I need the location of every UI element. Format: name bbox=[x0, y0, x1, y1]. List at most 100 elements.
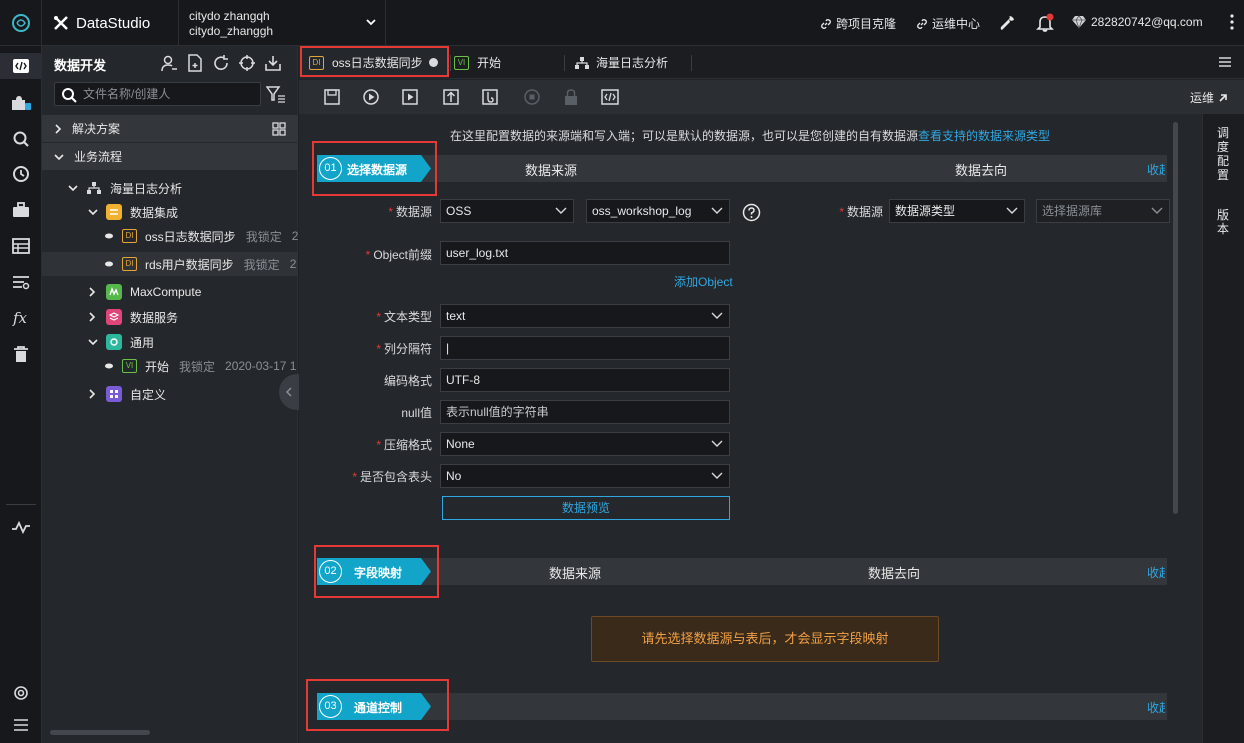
tree-node-oss-sync[interactable]: DI oss日志数据同步 我锁定 2 bbox=[104, 224, 298, 248]
datasource-name-select[interactable]: oss_workshop_log bbox=[586, 199, 730, 223]
chevron-down-icon bbox=[711, 312, 723, 319]
target-db-select[interactable]: 选择据源库 bbox=[1036, 199, 1170, 223]
panel-title: 数据开发 bbox=[54, 58, 107, 73]
target-datasource-label: * 数据源 bbox=[839, 205, 883, 219]
refresh-icon[interactable] bbox=[212, 54, 230, 72]
file-tree-panel: 数据开发 文件名称/创建人 解决方案 业务流程 海量日志分析 数据集成 DI o… bbox=[42, 46, 298, 743]
target-type-select[interactable]: 数据源类型 bbox=[889, 199, 1025, 223]
version-tab[interactable]: 版本 bbox=[1215, 208, 1231, 236]
field-mapping-warning: 请先选择数据源与表后，才会显示字段映射 bbox=[591, 616, 939, 662]
delimiter-input[interactable]: | bbox=[440, 336, 730, 360]
help-icon[interactable] bbox=[742, 203, 761, 222]
clock-icon[interactable] bbox=[8, 161, 34, 187]
ops-center-link[interactable]: 运维中心 bbox=[916, 15, 980, 32]
tab-log-analysis[interactable]: 海量日志分析 bbox=[564, 46, 690, 79]
collapse-link[interactable]: 收起 bbox=[1147, 564, 1165, 581]
node-lock-status: 我锁定 bbox=[245, 229, 282, 244]
grid-icon[interactable] bbox=[272, 122, 286, 136]
menu-icon[interactable] bbox=[1218, 56, 1232, 68]
code-view-icon[interactable] bbox=[601, 88, 619, 106]
list-settings-icon[interactable] bbox=[8, 269, 34, 295]
menu-icon[interactable] bbox=[8, 712, 34, 738]
data-development-icon[interactable] bbox=[0, 53, 42, 79]
solutions-label: 解决方案 bbox=[72, 122, 121, 136]
run-with-params-icon[interactable] bbox=[401, 88, 419, 106]
node-name: oss日志数据同步 bbox=[145, 229, 236, 244]
tree-item-data-integration[interactable]: 数据集成 bbox=[88, 200, 178, 224]
tree-item-flow[interactable]: 海量日志分析 bbox=[68, 176, 182, 200]
tree-search-input[interactable]: 文件名称/创建人 bbox=[54, 82, 261, 106]
add-object-link[interactable]: 添加Object bbox=[674, 273, 733, 290]
search-placeholder: 文件名称/创建人 bbox=[83, 87, 171, 101]
select-value: oss_workshop_log bbox=[592, 204, 692, 218]
tab-label: 开始 bbox=[477, 56, 502, 70]
tree-item-general[interactable]: 通用 bbox=[88, 330, 154, 354]
object-prefix-input[interactable]: user_log.txt bbox=[440, 241, 730, 265]
table-icon[interactable] bbox=[8, 233, 34, 259]
locate-target-icon[interactable] bbox=[238, 54, 256, 72]
submit-icon[interactable] bbox=[442, 88, 460, 106]
collapse-link[interactable]: 收起 bbox=[1147, 699, 1165, 716]
chevron-down-icon bbox=[1151, 207, 1163, 214]
tree-item-custom[interactable]: 自定义 bbox=[88, 382, 166, 406]
link-icon bbox=[821, 18, 831, 29]
datasource-type-select[interactable]: OSS bbox=[440, 199, 574, 223]
collapse-link[interactable]: 收起 bbox=[1147, 161, 1165, 178]
add-user-icon[interactable] bbox=[160, 54, 178, 72]
save-icon[interactable] bbox=[323, 88, 341, 106]
main-content: 在这里配置数据的来源端和写入端；可以是默认的数据源，也可以是您创建的自有数据源查… bbox=[299, 114, 1202, 743]
workspace-selector[interactable]: citydo zhangqh citydo_zhanggh bbox=[178, 0, 386, 46]
chevron-down-icon bbox=[711, 207, 723, 214]
select-value: text bbox=[446, 309, 466, 323]
vertical-scrollbar[interactable] bbox=[1173, 122, 1178, 514]
trash-icon[interactable] bbox=[8, 341, 34, 367]
encoding-input[interactable]: UTF-8 bbox=[440, 368, 730, 392]
filter-icon[interactable] bbox=[266, 85, 286, 103]
business-flow-section[interactable]: 业务流程 bbox=[42, 143, 298, 170]
text-type-select[interactable]: text bbox=[440, 304, 730, 328]
tree-node-start[interactable]: VI 开始 我锁定 2020-03-17 1 bbox=[104, 354, 296, 378]
target-column-title: 数据去向 bbox=[868, 566, 921, 581]
settings-gear-icon[interactable] bbox=[8, 680, 34, 706]
tree-horizontal-scrollbar[interactable] bbox=[50, 730, 150, 735]
workspace-id: citydo_zhanggh bbox=[189, 24, 274, 38]
new-file-icon[interactable] bbox=[186, 54, 204, 72]
highlight-box bbox=[300, 46, 449, 77]
select-value: OSS bbox=[446, 204, 472, 218]
solutions-section[interactable]: 解决方案 bbox=[42, 115, 298, 142]
null-value-input[interactable]: 表示null值的字符串 bbox=[440, 400, 730, 424]
chevron-left-icon bbox=[285, 387, 292, 397]
schedule-config-tab[interactable]: 调度配置 bbox=[1215, 126, 1231, 182]
general-label: 通用 bbox=[130, 335, 155, 350]
pulse-icon[interactable] bbox=[8, 514, 34, 540]
chevron-down-icon bbox=[88, 339, 98, 346]
alibaba-cloud-logo-icon[interactable] bbox=[0, 0, 42, 46]
brand[interactable]: DataStudio bbox=[52, 14, 150, 32]
component-puzzle-icon[interactable] bbox=[8, 90, 34, 116]
editor-tabs: DI oss日志数据同步 VI 开始 海量日志分析 bbox=[299, 46, 1244, 79]
tree-node-rds-sync[interactable]: DI rds用户数据同步 我锁定 2 bbox=[42, 252, 298, 276]
compression-select[interactable]: None bbox=[440, 432, 730, 456]
header-row-select[interactable]: No bbox=[440, 464, 730, 488]
publish-icon[interactable] bbox=[481, 88, 499, 106]
supported-sources-link[interactable]: 查看支持的数据来源类型 bbox=[918, 129, 1050, 143]
more-vertical-icon[interactable] bbox=[1230, 14, 1234, 30]
ops-link[interactable]: 运维 bbox=[1190, 89, 1228, 106]
chevron-down-icon bbox=[68, 185, 78, 192]
notification-bell-icon[interactable] bbox=[1035, 13, 1055, 33]
wrench-icon[interactable] bbox=[998, 14, 1016, 32]
data-integration-icon bbox=[106, 204, 122, 220]
data-preview-button[interactable]: 数据预览 bbox=[442, 496, 730, 520]
user-menu[interactable]: 282820742@qq.com bbox=[1071, 15, 1203, 29]
import-icon[interactable] bbox=[264, 54, 282, 72]
di-badge: DI bbox=[122, 257, 137, 271]
search-icon[interactable] bbox=[8, 126, 34, 152]
lock-dot-icon bbox=[105, 233, 113, 239]
clone-link[interactable]: 跨项目克隆 bbox=[820, 15, 896, 32]
toolbox-icon[interactable] bbox=[8, 197, 34, 223]
tree-item-data-service[interactable]: 数据服务 bbox=[88, 305, 178, 329]
run-icon[interactable] bbox=[362, 88, 380, 106]
function-fx-icon[interactable]: fx bbox=[8, 305, 34, 331]
tab-start[interactable]: VI 开始 bbox=[444, 46, 554, 79]
tree-item-maxcompute[interactable]: MaxCompute bbox=[88, 280, 201, 304]
